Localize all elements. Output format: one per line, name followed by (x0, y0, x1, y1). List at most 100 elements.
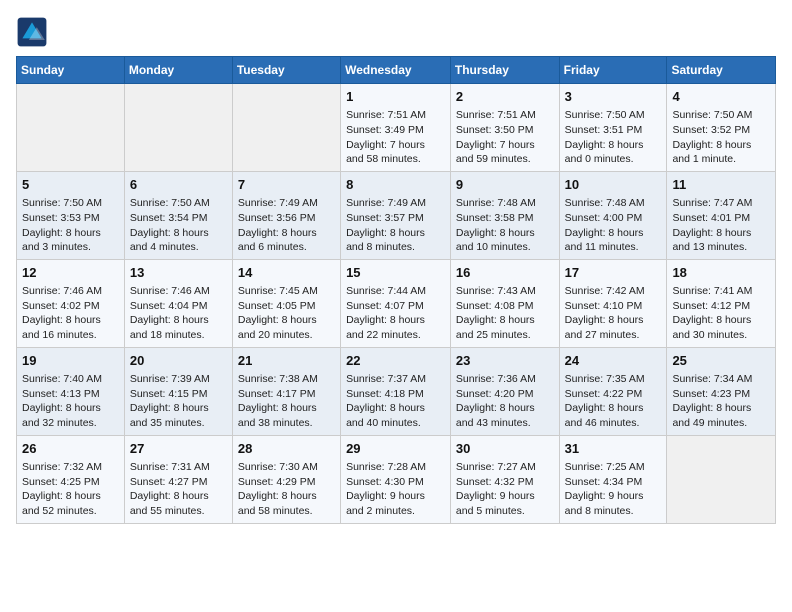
day-cell: 30Sunrise: 7:27 AM Sunset: 4:32 PM Dayli… (450, 435, 559, 523)
day-cell: 14 Sunrise: 7:45 AM Sunset: 4:05 PM Dayli… (232, 259, 340, 347)
day-cell: 5 Sunrise: 7:50 AM Sunset: 3:53 PM Daylig… (17, 171, 125, 259)
day-cell: 31 Sunrise: 7:25 AM Sunset: 4:34 PM Dayli… (559, 435, 667, 523)
day-number: 25 (672, 352, 770, 370)
day-cell: 24 Sunrise: 7:35 AM Sunset: 4:22 PM Dayli… (559, 347, 667, 435)
day-info: Sunrise: 7:50 AM Sunset: 3:53 PM Dayligh… (22, 196, 119, 255)
day-number: 31 (565, 440, 662, 458)
day-info: Sunrise: 7:48 AM Sunset: 4:00 PM Dayligh… (565, 196, 662, 255)
day-info: Sunrise: 7:48 AM Sunset: 3:58 PM Dayligh… (456, 196, 554, 255)
day-number: 8 (346, 176, 445, 194)
day-cell: 19 Sunrise: 7:40 AM Sunset: 4:13 PM Dayli… (17, 347, 125, 435)
day-number: 2 (456, 88, 554, 106)
header-cell-monday: Monday (124, 57, 232, 84)
day-cell: 13Sunrise: 7:46 AM Sunset: 4:04 PM Dayli… (124, 259, 232, 347)
day-number: 10 (565, 176, 662, 194)
day-number: 3 (565, 88, 662, 106)
day-cell: 11Sunrise: 7:47 AM Sunset: 4:01 PM Dayli… (667, 171, 776, 259)
page-header (16, 16, 776, 48)
day-info: Sunrise: 7:25 AM Sunset: 4:34 PM Dayligh… (565, 460, 662, 519)
calendar-table: SundayMondayTuesdayWednesdayThursdayFrid… (16, 56, 776, 524)
day-cell (17, 84, 125, 172)
day-info: Sunrise: 7:35 AM Sunset: 4:22 PM Dayligh… (565, 372, 662, 431)
day-cell (232, 84, 340, 172)
day-number: 21 (238, 352, 335, 370)
day-number: 26 (22, 440, 119, 458)
day-info: Sunrise: 7:49 AM Sunset: 3:57 PM Dayligh… (346, 196, 445, 255)
logo-icon (16, 16, 48, 48)
calendar-body: 1Sunrise: 7:51 AM Sunset: 3:49 PM Daylig… (17, 84, 776, 524)
day-number: 22 (346, 352, 445, 370)
day-cell: 22 Sunrise: 7:37 AM Sunset: 4:18 PM Dayli… (341, 347, 451, 435)
day-info: Sunrise: 7:51 AM Sunset: 3:50 PM Dayligh… (456, 108, 554, 167)
day-info: Sunrise: 7:28 AM Sunset: 4:30 PM Dayligh… (346, 460, 445, 519)
day-cell: 25 Sunrise: 7:34 AM Sunset: 4:23 PM Dayli… (667, 347, 776, 435)
day-info: Sunrise: 7:36 AM Sunset: 4:20 PM Dayligh… (456, 372, 554, 431)
day-number: 28 (238, 440, 335, 458)
day-info: Sunrise: 7:38 AM Sunset: 4:17 PM Dayligh… (238, 372, 335, 431)
day-info: Sunrise: 7:39 AM Sunset: 4:15 PM Dayligh… (130, 372, 227, 431)
day-cell: 27Sunrise: 7:31 AM Sunset: 4:27 PM Dayli… (124, 435, 232, 523)
day-cell: 7 Sunrise: 7:49 AM Sunset: 3:56 PM Daylig… (232, 171, 340, 259)
day-cell: 3 Sunrise: 7:50 AM Sunset: 3:51 PM Daylig… (559, 84, 667, 172)
header-cell-saturday: Saturday (667, 57, 776, 84)
header-cell-wednesday: Wednesday (341, 57, 451, 84)
header-cell-friday: Friday (559, 57, 667, 84)
day-number: 19 (22, 352, 119, 370)
day-info: Sunrise: 7:30 AM Sunset: 4:29 PM Dayligh… (238, 460, 335, 519)
day-info: Sunrise: 7:46 AM Sunset: 4:04 PM Dayligh… (130, 284, 227, 343)
day-cell: 28 Sunrise: 7:30 AM Sunset: 4:29 PM Dayli… (232, 435, 340, 523)
day-info: Sunrise: 7:31 AM Sunset: 4:27 PM Dayligh… (130, 460, 227, 519)
day-info: Sunrise: 7:47 AM Sunset: 4:01 PM Dayligh… (672, 196, 770, 255)
day-cell: 15 Sunrise: 7:44 AM Sunset: 4:07 PM Dayli… (341, 259, 451, 347)
day-info: Sunrise: 7:27 AM Sunset: 4:32 PM Dayligh… (456, 460, 554, 519)
day-number: 24 (565, 352, 662, 370)
day-info: Sunrise: 7:34 AM Sunset: 4:23 PM Dayligh… (672, 372, 770, 431)
week-row-4: 19 Sunrise: 7:40 AM Sunset: 4:13 PM Dayli… (17, 347, 776, 435)
day-info: Sunrise: 7:46 AM Sunset: 4:02 PM Dayligh… (22, 284, 119, 343)
header-cell-tuesday: Tuesday (232, 57, 340, 84)
day-number: 7 (238, 176, 335, 194)
day-cell: 8 Sunrise: 7:49 AM Sunset: 3:57 PM Daylig… (341, 171, 451, 259)
day-cell: 26 Sunrise: 7:32 AM Sunset: 4:25 PM Dayli… (17, 435, 125, 523)
day-number: 4 (672, 88, 770, 106)
day-info: Sunrise: 7:42 AM Sunset: 4:10 PM Dayligh… (565, 284, 662, 343)
day-number: 18 (672, 264, 770, 282)
day-info: Sunrise: 7:40 AM Sunset: 4:13 PM Dayligh… (22, 372, 119, 431)
day-info: Sunrise: 7:51 AM Sunset: 3:49 PM Dayligh… (346, 108, 445, 167)
day-cell: 12 Sunrise: 7:46 AM Sunset: 4:02 PM Dayli… (17, 259, 125, 347)
day-number: 12 (22, 264, 119, 282)
day-number: 9 (456, 176, 554, 194)
day-cell: 1Sunrise: 7:51 AM Sunset: 3:49 PM Daylig… (341, 84, 451, 172)
day-cell: 23 Sunrise: 7:36 AM Sunset: 4:20 PM Dayli… (450, 347, 559, 435)
day-info: Sunrise: 7:49 AM Sunset: 3:56 PM Dayligh… (238, 196, 335, 255)
day-info: Sunrise: 7:50 AM Sunset: 3:54 PM Dayligh… (130, 196, 227, 255)
day-info: Sunrise: 7:45 AM Sunset: 4:05 PM Dayligh… (238, 284, 335, 343)
day-number: 20 (130, 352, 227, 370)
day-number: 16 (456, 264, 554, 282)
day-cell: 18 Sunrise: 7:41 AM Sunset: 4:12 PM Dayli… (667, 259, 776, 347)
week-row-1: 1Sunrise: 7:51 AM Sunset: 3:49 PM Daylig… (17, 84, 776, 172)
day-number: 29 (346, 440, 445, 458)
day-info: Sunrise: 7:50 AM Sunset: 3:51 PM Dayligh… (565, 108, 662, 167)
day-cell (667, 435, 776, 523)
day-number: 14 (238, 264, 335, 282)
day-cell (124, 84, 232, 172)
week-row-2: 5 Sunrise: 7:50 AM Sunset: 3:53 PM Daylig… (17, 171, 776, 259)
day-number: 23 (456, 352, 554, 370)
day-number: 5 (22, 176, 119, 194)
day-cell: 17Sunrise: 7:42 AM Sunset: 4:10 PM Dayli… (559, 259, 667, 347)
day-cell: 6Sunrise: 7:50 AM Sunset: 3:54 PM Daylig… (124, 171, 232, 259)
day-cell: 4 Sunrise: 7:50 AM Sunset: 3:52 PM Daylig… (667, 84, 776, 172)
day-cell: 20 Sunrise: 7:39 AM Sunset: 4:15 PM Dayli… (124, 347, 232, 435)
day-info: Sunrise: 7:41 AM Sunset: 4:12 PM Dayligh… (672, 284, 770, 343)
day-cell: 2 Sunrise: 7:51 AM Sunset: 3:50 PM Daylig… (450, 84, 559, 172)
day-info: Sunrise: 7:37 AM Sunset: 4:18 PM Dayligh… (346, 372, 445, 431)
day-info: Sunrise: 7:43 AM Sunset: 4:08 PM Dayligh… (456, 284, 554, 343)
header-cell-sunday: Sunday (17, 57, 125, 84)
day-info: Sunrise: 7:44 AM Sunset: 4:07 PM Dayligh… (346, 284, 445, 343)
day-number: 15 (346, 264, 445, 282)
week-row-3: 12 Sunrise: 7:46 AM Sunset: 4:02 PM Dayli… (17, 259, 776, 347)
day-info: Sunrise: 7:50 AM Sunset: 3:52 PM Dayligh… (672, 108, 770, 167)
header-row: SundayMondayTuesdayWednesdayThursdayFrid… (17, 57, 776, 84)
day-info: Sunrise: 7:32 AM Sunset: 4:25 PM Dayligh… (22, 460, 119, 519)
